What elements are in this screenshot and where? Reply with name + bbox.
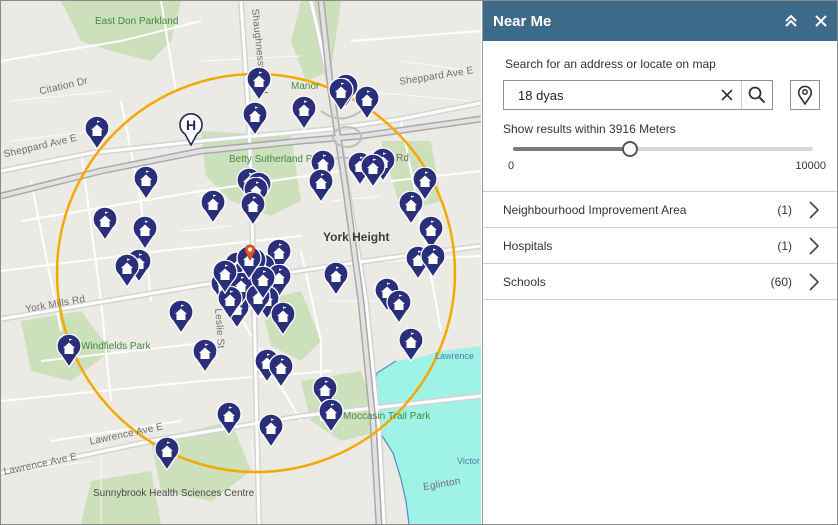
- chevron-right-icon[interactable]: [802, 270, 826, 294]
- school-marker-icon[interactable]: [328, 77, 354, 113]
- school-marker-icon[interactable]: [291, 95, 317, 131]
- app-frame: East Don Parkland Citation Dr Sheppard A…: [0, 0, 838, 525]
- hospital-marker-icon[interactable]: H: [179, 112, 203, 147]
- clear-search-icon[interactable]: [713, 81, 741, 109]
- school-marker-icon[interactable]: [84, 115, 110, 151]
- layer-row[interactable]: Hospitals (1): [483, 228, 837, 264]
- slider-fill: [513, 147, 631, 151]
- school-marker-icon[interactable]: [154, 436, 180, 472]
- school-marker-icon[interactable]: [168, 299, 194, 335]
- school-marker-icon[interactable]: [270, 301, 296, 337]
- slider-min-label: 0: [508, 160, 515, 172]
- search-input[interactable]: [504, 81, 713, 109]
- layer-name: Schools: [503, 274, 546, 289]
- close-icon[interactable]: [806, 1, 836, 41]
- search-section: Search for an address or locate on map 1…: [483, 41, 837, 172]
- school-marker-icon[interactable]: [386, 289, 412, 325]
- layer-list: Neighbourhood Improvement Area (1) Hospita…: [483, 191, 837, 300]
- radius-slider[interactable]: [513, 141, 813, 157]
- school-marker-icon[interactable]: [398, 327, 424, 363]
- search-row: [503, 80, 820, 110]
- school-marker-icon[interactable]: [268, 353, 294, 389]
- slider-thumb[interactable]: [622, 141, 639, 157]
- school-marker-icon[interactable]: [318, 398, 344, 434]
- radius-text: Show results within 3916 Meters: [503, 122, 676, 136]
- layer-name: Hospitals: [503, 238, 553, 253]
- school-marker-icon[interactable]: [192, 338, 218, 374]
- school-marker-icon[interactable]: [354, 85, 380, 121]
- panel-title: Near Me: [493, 12, 552, 30]
- layer-count: (60): [770, 274, 792, 289]
- school-marker-icon[interactable]: [258, 413, 284, 449]
- school-marker-icon[interactable]: [216, 401, 242, 437]
- school-marker-icon[interactable]: [323, 261, 349, 297]
- search-box: [503, 80, 773, 110]
- school-marker-icon[interactable]: [114, 253, 140, 289]
- school-marker-icon[interactable]: [360, 153, 386, 189]
- school-marker-icon[interactable]: [92, 206, 118, 242]
- school-marker-icon[interactable]: [133, 165, 159, 201]
- school-marker-icon[interactable]: [56, 333, 82, 369]
- panel-header: Near Me: [483, 1, 837, 41]
- hospital-letter: H: [186, 117, 196, 133]
- collapse-up-icon[interactable]: [776, 1, 806, 41]
- near-me-panel: Near Me Search for an address or locate …: [482, 1, 837, 524]
- map-view[interactable]: East Don Parkland Citation Dr Sheppard A…: [1, 1, 481, 524]
- layer-count: (1): [777, 238, 792, 253]
- location-pin-icon[interactable]: [243, 243, 257, 261]
- river-water: [371, 346, 481, 524]
- school-marker-icon[interactable]: [200, 189, 226, 225]
- locate-on-map-icon[interactable]: [790, 80, 820, 110]
- school-marker-icon[interactable]: [132, 215, 158, 251]
- chevron-right-icon[interactable]: [802, 234, 826, 258]
- school-marker-icon[interactable]: [240, 191, 266, 227]
- chevron-right-icon[interactable]: [802, 198, 826, 222]
- search-icon[interactable]: [741, 81, 772, 109]
- layer-row[interactable]: Neighbourhood Improvement Area (1): [483, 192, 837, 228]
- school-marker-icon[interactable]: [308, 168, 334, 204]
- school-marker-icon[interactable]: [420, 243, 446, 279]
- search-hint: Search for an address or locate on map: [505, 57, 716, 71]
- layer-row[interactable]: Schools (60): [483, 264, 837, 300]
- school-marker-icon[interactable]: [212, 259, 238, 295]
- slider-labels: 0 10000: [508, 160, 826, 172]
- layer-name: Neighbourhood Improvement Area: [503, 202, 687, 217]
- school-marker-icon[interactable]: [246, 66, 272, 102]
- layer-count: (1): [777, 202, 792, 217]
- slider-max-label: 10000: [795, 160, 826, 172]
- school-marker-icon[interactable]: [242, 101, 268, 137]
